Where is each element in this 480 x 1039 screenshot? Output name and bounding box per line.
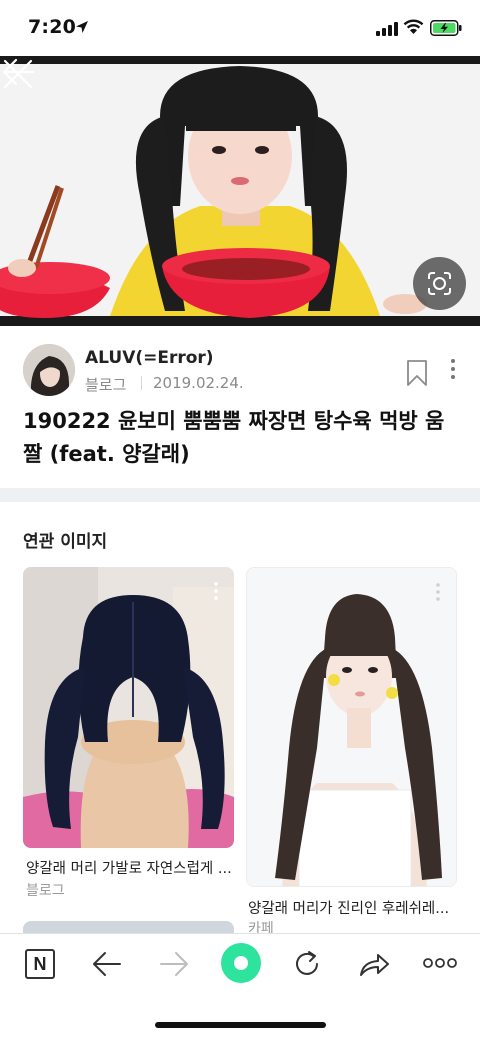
more-menu-icon[interactable] bbox=[423, 957, 457, 969]
location-arrow-icon bbox=[76, 21, 88, 33]
bookmark-icon[interactable] bbox=[405, 359, 429, 387]
avatar-photo bbox=[23, 344, 75, 396]
card-more-icon[interactable] bbox=[211, 581, 221, 601]
post-date: 2019.02.24. bbox=[153, 374, 244, 392]
more-options-icon[interactable] bbox=[446, 358, 460, 380]
battery-charging-icon bbox=[430, 20, 462, 36]
avatar[interactable] bbox=[23, 344, 75, 396]
image-search-icon bbox=[428, 272, 451, 295]
hero-image bbox=[0, 56, 480, 326]
green-dot-button[interactable] bbox=[221, 943, 261, 983]
forward-icon[interactable] bbox=[159, 950, 189, 978]
wifi-icon bbox=[403, 19, 424, 34]
post-source: 블로그 bbox=[85, 376, 127, 394]
meta-divider bbox=[141, 376, 142, 390]
status-bar: 7:20 bbox=[0, 0, 480, 56]
naver-home-button[interactable]: N bbox=[25, 949, 55, 979]
image-search-button[interactable] bbox=[413, 257, 466, 310]
post-title[interactable]: 190222 윤보미 뿜뿜뿜 짜장면 탕수육 먹방 움짤 (feat. 양갈래) bbox=[23, 405, 463, 471]
status-time: 7:20 bbox=[28, 16, 77, 38]
related-image-card[interactable] bbox=[246, 567, 457, 887]
author-name[interactable]: ALUV(=Error) bbox=[85, 348, 214, 368]
card-source: 블로그 bbox=[26, 883, 65, 899]
related-image bbox=[23, 567, 234, 848]
refresh-icon[interactable] bbox=[292, 949, 322, 979]
back-icon[interactable] bbox=[92, 950, 122, 978]
cellular-signal-icon bbox=[376, 22, 398, 36]
related-image-card[interactable] bbox=[23, 567, 234, 848]
card-caption[interactable]: 양갈래 머리 가발로 자연스럽게 ... bbox=[26, 857, 236, 878]
card-caption[interactable]: 양갈래 머리가 진리인 후레쉬레... bbox=[248, 897, 458, 918]
card-more-icon[interactable] bbox=[433, 582, 443, 602]
hero-photo bbox=[0, 56, 480, 326]
related-images-heading: 연관 이미지 bbox=[23, 532, 108, 552]
share-icon[interactable] bbox=[358, 950, 390, 978]
section-divider bbox=[0, 488, 480, 502]
home-indicator[interactable] bbox=[155, 1022, 326, 1028]
related-image bbox=[247, 568, 456, 886]
close-icon[interactable] bbox=[0, 56, 36, 92]
